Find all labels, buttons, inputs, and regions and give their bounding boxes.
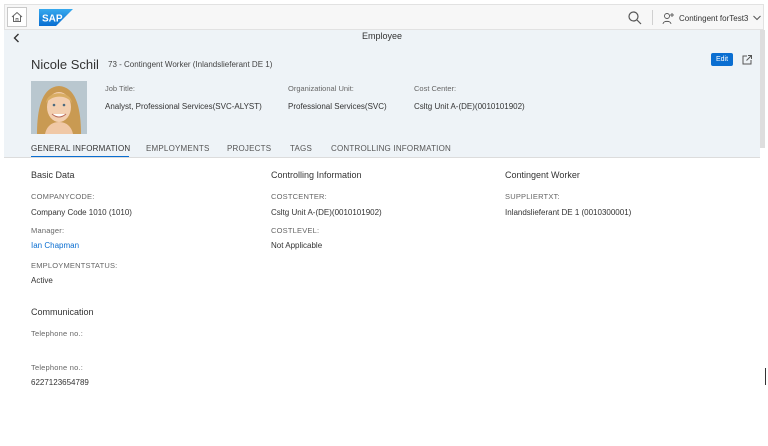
tab-projects[interactable]: PROJECTS xyxy=(227,144,271,153)
search-icon xyxy=(628,11,642,25)
costcenter-label: COSTCENTER: xyxy=(271,192,327,201)
search-button[interactable] xyxy=(627,10,643,26)
app-title: Employee xyxy=(361,31,403,41)
supplier-label: SUPPLIERTXT: xyxy=(505,192,560,201)
basic-data-title: Basic Data xyxy=(31,170,75,180)
tab-general-information[interactable]: GENERAL INFORMATION xyxy=(31,144,130,153)
sap-logo[interactable]: SAP xyxy=(39,9,73,26)
supplier-value: Inlandslieferant DE 1 (0010300001) xyxy=(505,208,632,217)
telephone-value-2: 6227123654789 xyxy=(31,378,89,387)
telephone-label-2: Telephone no.: xyxy=(31,363,84,372)
cost-center-label: Cost Center: xyxy=(414,84,457,93)
employee-name: Nicole Schil xyxy=(31,57,99,72)
company-code-label: COMPANYCODE: xyxy=(31,192,95,201)
cost-center-value: Csltg Unit A-(DE)(0010101902) xyxy=(414,102,525,111)
employment-status-label: EMPLOYMENTSTATUS: xyxy=(31,261,118,270)
tab-tags[interactable]: TAGS xyxy=(290,144,312,153)
text-cursor xyxy=(765,368,766,385)
job-title-value: Analyst, Professional Services(SVC-ALYST… xyxy=(105,102,262,111)
costlevel-label: COSTLEVEL: xyxy=(271,226,320,235)
external-link-icon xyxy=(742,55,752,65)
edit-button[interactable]: Edit xyxy=(711,53,733,66)
chevron-left-icon xyxy=(13,33,19,43)
chevron-down-icon xyxy=(753,15,762,21)
org-unit-value: Professional Services(SVC) xyxy=(288,102,387,111)
open-external-button[interactable] xyxy=(741,53,753,65)
user-menu[interactable]: Contingent forTest3 xyxy=(662,9,762,27)
home-button[interactable] xyxy=(7,7,27,27)
contingent-worker-title: Contingent Worker xyxy=(505,170,580,180)
tab-bar: GENERAL INFORMATION EMPLOYMENTS PROJECTS… xyxy=(4,140,760,158)
home-icon xyxy=(11,11,23,22)
job-title-label: Job Title: xyxy=(105,84,136,93)
communication-title: Communication xyxy=(31,307,94,317)
back-button[interactable] xyxy=(11,31,23,43)
shell-bar: SAP Contingent forTest3 xyxy=(4,4,764,30)
user-name: Contingent forTest3 xyxy=(679,13,749,23)
tab-employments[interactable]: EMPLOYMENTS xyxy=(146,144,210,153)
logo-text: SAP xyxy=(42,14,63,25)
company-code-value: Company Code 1010 (1010) xyxy=(31,208,132,217)
app-title-bar: Employee xyxy=(4,30,760,44)
tabs-divider xyxy=(4,157,760,158)
employment-status-value: Active xyxy=(31,276,53,285)
manager-link[interactable]: Ian Chapman xyxy=(31,241,79,250)
employee-subtitle: 73 - Contingent Worker (Inlandslieferant… xyxy=(108,60,273,69)
avatar xyxy=(31,81,87,134)
costlevel-value: Not Applicable xyxy=(271,241,323,250)
costcenter-value: Csltg Unit A-(DE)(0010101902) xyxy=(271,208,382,217)
org-unit-label: Organizational Unit: xyxy=(288,84,354,93)
shell-divider xyxy=(652,10,653,25)
person-icon xyxy=(662,12,674,24)
scrollbar[interactable] xyxy=(760,30,765,148)
tab-controlling-information[interactable]: CONTROLLING INFORMATION xyxy=(331,144,451,153)
controlling-info-title: Controlling Information xyxy=(271,170,362,180)
telephone-label-1: Telephone no.: xyxy=(31,329,84,338)
manager-label: Manager: xyxy=(31,226,65,235)
